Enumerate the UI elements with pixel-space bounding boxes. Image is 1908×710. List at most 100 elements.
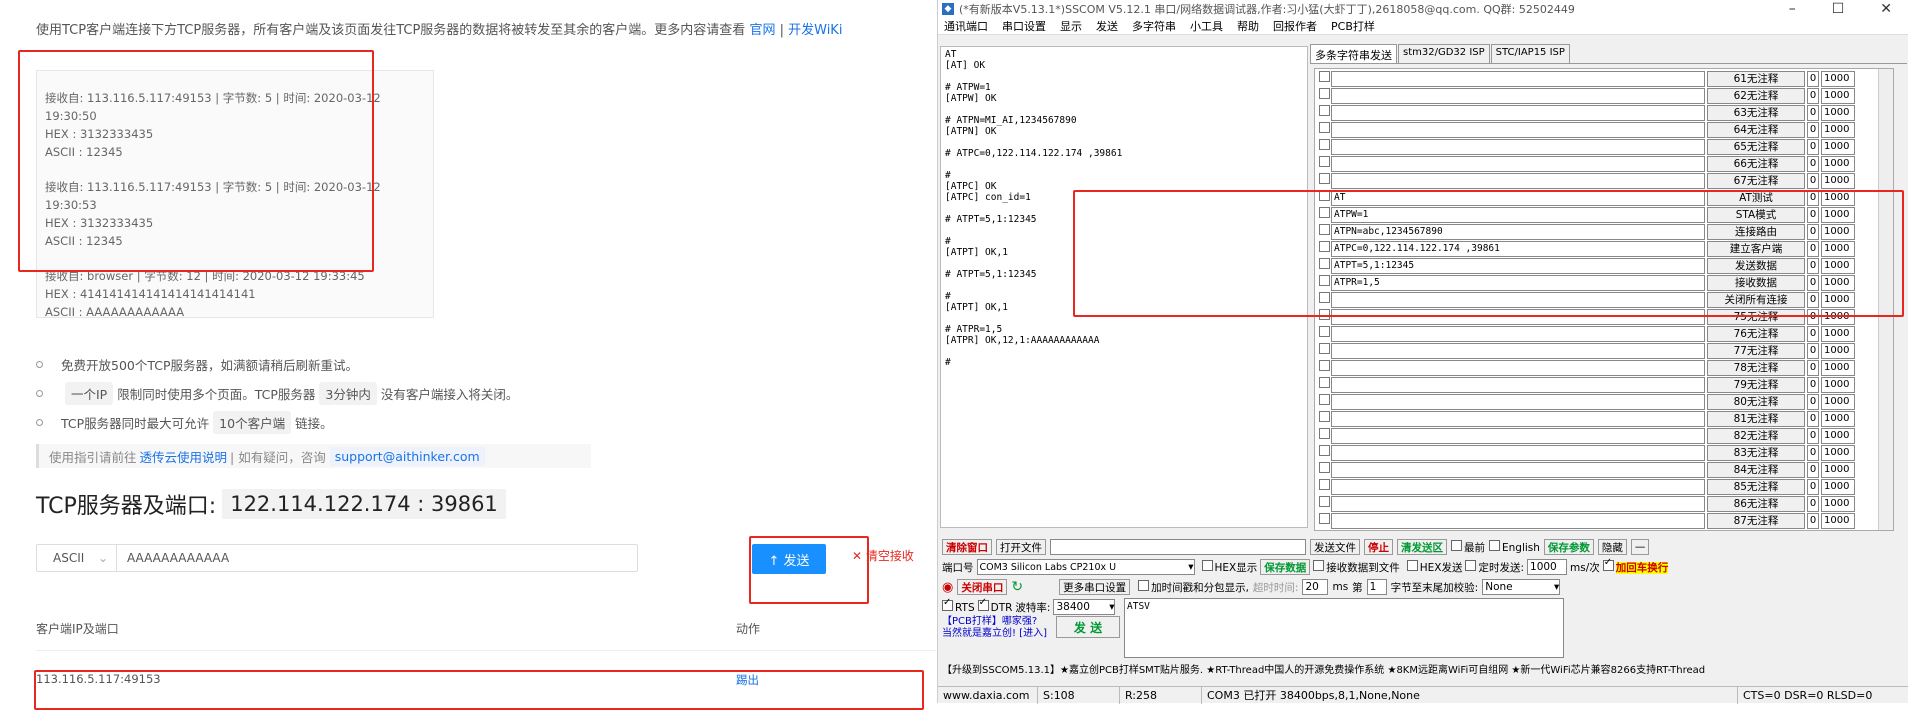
more-settings-button[interactable]: 更多串口设置 (1059, 579, 1131, 595)
close-port-button[interactable]: 关闭串口 (957, 579, 1008, 595)
row-checkbox[interactable] (1319, 479, 1330, 490)
menu-item[interactable]: PCB打样 (1331, 18, 1375, 34)
row-send-button[interactable]: 80无注释 (1707, 394, 1805, 410)
tab-multi-string[interactable]: 多条字符串发送 (1310, 44, 1397, 63)
dtr-checkbox[interactable]: DTR (977, 597, 1012, 614)
menu-item[interactable]: 回报作者 (1273, 18, 1317, 34)
row-checkbox[interactable] (1319, 88, 1330, 99)
minimize-icon[interactable]: – (1789, 1, 1796, 17)
checksum-select[interactable]: None ▾ (1482, 579, 1561, 595)
ad-ticker[interactable]: 【升级到SSCOM5.13.1】★嘉立创PCB打样SMT贴片服务. ★RT-Th… (942, 660, 1904, 676)
row-string-input[interactable] (1331, 173, 1705, 189)
row-order-input[interactable]: 0 (1807, 71, 1819, 87)
menu-item[interactable]: 多字符串 (1132, 18, 1176, 34)
menu-item[interactable]: 小工具 (1190, 18, 1223, 34)
row-send-button[interactable]: 83无注释 (1707, 445, 1805, 461)
baud-select[interactable]: 38400 ▾ (1053, 599, 1116, 615)
menu-item[interactable]: 显示 (1060, 18, 1082, 34)
clear-window-button[interactable]: 清除窗口 (942, 539, 992, 555)
row-send-button[interactable]: 61无注释 (1707, 71, 1805, 87)
file-path-input[interactable] (1050, 539, 1306, 555)
row-send-button[interactable]: 78无注释 (1707, 360, 1805, 376)
row-order-input[interactable]: 0 (1807, 428, 1819, 444)
row-string-input[interactable] (1331, 139, 1705, 155)
row-checkbox[interactable] (1319, 173, 1330, 184)
row-checkbox[interactable] (1319, 71, 1330, 82)
wiki-link[interactable]: 开发WiKi (788, 23, 842, 38)
row-checkbox[interactable] (1319, 428, 1330, 439)
hide-button[interactable]: 隐藏 (1597, 539, 1627, 555)
row-delay-input[interactable]: 1000 (1821, 156, 1855, 172)
close-icon[interactable]: ✕ (1880, 1, 1892, 17)
guide-link[interactable]: 透传云使用说明 (140, 447, 228, 466)
row-order-input[interactable]: 0 (1807, 122, 1819, 138)
row-send-button[interactable]: 82无注释 (1707, 428, 1805, 444)
hex-send-checkbox[interactable]: HEX发送 (1406, 559, 1462, 575)
send-input[interactable]: AAAAAAAAAAAA (117, 551, 229, 565)
save-data-button[interactable]: 保存数据 (1260, 559, 1311, 575)
row-order-input[interactable]: 0 (1807, 326, 1819, 342)
row-send-button[interactable]: 67无注释 (1707, 173, 1805, 189)
row-checkbox[interactable] (1319, 445, 1330, 456)
row-string-input[interactable] (1331, 326, 1705, 342)
row-send-button[interactable]: 76无注释 (1707, 326, 1805, 342)
tab-stc-isp[interactable]: STC/IAP15 ISP (1490, 44, 1570, 63)
row-checkbox[interactable] (1319, 496, 1330, 507)
row-send-button[interactable]: 66无注释 (1707, 156, 1805, 172)
row-order-input[interactable]: 0 (1807, 139, 1819, 155)
row-string-input[interactable] (1331, 479, 1705, 495)
clear-receive-button[interactable]: ✕ 清空接收 (852, 547, 914, 564)
row-send-button[interactable]: 87无注释 (1707, 513, 1805, 529)
row-string-input[interactable] (1331, 513, 1705, 529)
menu-item[interactable]: 发送 (1096, 18, 1118, 34)
row-delay-input[interactable]: 1000 (1821, 326, 1855, 342)
topmost-checkbox[interactable]: 最前 (1451, 539, 1485, 555)
row-delay-input[interactable]: 1000 (1821, 479, 1855, 495)
row-string-input[interactable] (1331, 71, 1705, 87)
row-checkbox[interactable] (1319, 462, 1330, 473)
row-string-input[interactable] (1331, 360, 1705, 376)
send-file-button[interactable]: 发送文件 (1310, 539, 1360, 555)
row-checkbox[interactable] (1319, 360, 1330, 371)
row-checkbox[interactable] (1319, 139, 1330, 150)
row-string-input[interactable] (1331, 496, 1705, 512)
timestamp-checkbox[interactable]: 加时间戳和分包显示, (1138, 579, 1249, 595)
row-order-input[interactable]: 0 (1807, 377, 1819, 393)
row-string-input[interactable] (1331, 377, 1705, 393)
row-order-input[interactable]: 0 (1807, 88, 1819, 104)
english-checkbox[interactable]: English (1489, 540, 1540, 554)
row-send-button[interactable]: 63无注释 (1707, 105, 1805, 121)
row-checkbox[interactable] (1319, 411, 1330, 422)
row-order-input[interactable]: 0 (1807, 105, 1819, 121)
timeout-input[interactable]: 20 (1302, 579, 1329, 595)
row-order-input[interactable]: 0 (1807, 496, 1819, 512)
tab-stm32-isp[interactable]: stm32/GD32 ISP (1398, 44, 1490, 63)
row-checkbox[interactable] (1319, 343, 1330, 354)
row-delay-input[interactable]: 1000 (1821, 88, 1855, 104)
crlf-checkbox[interactable]: 加回车换行 (1602, 557, 1669, 575)
row-order-input[interactable]: 0 (1807, 479, 1819, 495)
recv-to-file-checkbox[interactable]: 接收数据到文件 (1313, 559, 1400, 575)
timed-send-checkbox[interactable]: 定时发送: (1465, 559, 1524, 575)
row-delay-input[interactable]: 1000 (1821, 394, 1855, 410)
row-delay-input[interactable]: 1000 (1821, 411, 1855, 427)
row-send-button[interactable]: 81无注释 (1707, 411, 1805, 427)
row-string-input[interactable] (1331, 428, 1705, 444)
row-order-input[interactable]: 0 (1807, 513, 1819, 529)
row-string-input[interactable] (1331, 394, 1705, 410)
row-string-input[interactable] (1331, 88, 1705, 104)
row-send-button[interactable]: 79无注释 (1707, 377, 1805, 393)
row-order-input[interactable]: 0 (1807, 445, 1819, 461)
row-checkbox[interactable] (1319, 326, 1330, 337)
row-delay-input[interactable]: 1000 (1821, 105, 1855, 121)
row-checkbox[interactable] (1319, 377, 1330, 388)
rts-checkbox[interactable]: RTS (942, 597, 975, 614)
open-file-button[interactable]: 打开文件 (996, 539, 1046, 555)
row-order-input[interactable]: 0 (1807, 411, 1819, 427)
row-send-button[interactable]: 85无注释 (1707, 479, 1805, 495)
row-order-input[interactable]: 0 (1807, 360, 1819, 376)
clear-send-button[interactable]: 清发送区 (1397, 539, 1447, 555)
row-order-input[interactable]: 0 (1807, 173, 1819, 189)
row-delay-input[interactable]: 1000 (1821, 71, 1855, 87)
row-string-input[interactable] (1331, 156, 1705, 172)
